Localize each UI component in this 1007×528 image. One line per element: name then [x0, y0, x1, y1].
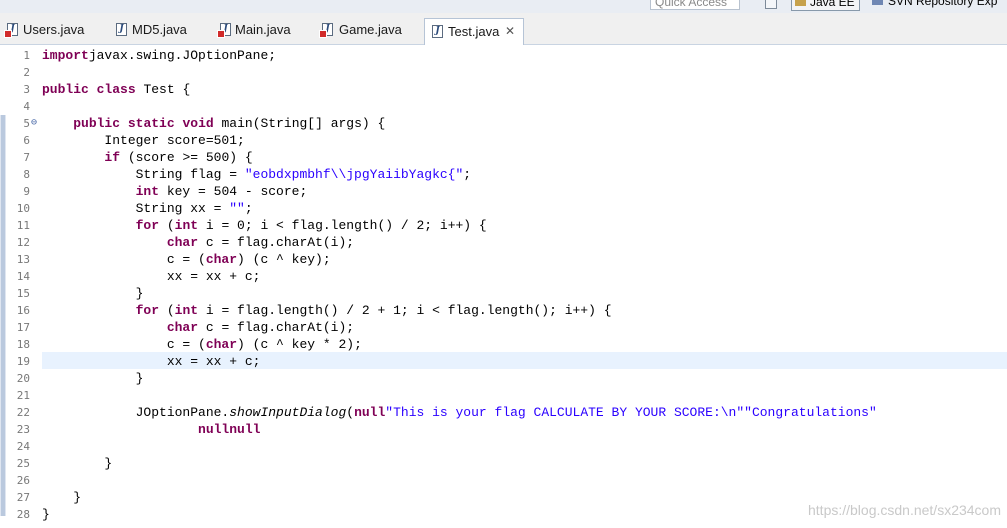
code-line: c = (char) (c ^ key); [42, 252, 331, 267]
line-number: 23 [16, 423, 30, 436]
line-number: 17 [16, 321, 30, 334]
code-line: nullnull [198, 422, 261, 437]
tab-users-java[interactable]: J Users.java [0, 17, 100, 42]
line-number: 21 [16, 389, 30, 402]
code-line: } [42, 286, 144, 301]
tab-label: Users.java [23, 22, 85, 37]
fold-collapse-icon[interactable]: ⊖ [31, 118, 37, 128]
line-number: 20 [16, 372, 30, 385]
line-number: 3 [23, 83, 30, 96]
code-line: for (int i = 0; i < flag.length() / 2; i… [135, 218, 487, 233]
code-line: JOptionPane.showInputDialog(null"This is… [42, 405, 877, 420]
code-line: public class Test { [42, 82, 191, 97]
code-line: c = (char) (c ^ key * 2); [42, 337, 362, 352]
line-number: 27 [16, 491, 30, 504]
code-line: for (int i = flag.length() / 2 + 1; i < … [135, 303, 612, 318]
line-number: 11 [16, 219, 30, 232]
java-file-icon: J [432, 25, 443, 38]
tab-game-java[interactable]: J Game.java [317, 17, 417, 42]
line-number: 19 [16, 355, 30, 368]
java-file-icon: J [116, 23, 127, 36]
java-file-error-icon: J [217, 23, 231, 38]
watermark: https://blog.csdn.net/sx234com [808, 502, 1001, 518]
code-line: char c = flag.charAt(i); [166, 320, 355, 335]
perspective-java-ee[interactable]: Java EE [791, 0, 860, 11]
svn-icon [872, 0, 883, 5]
close-tab-icon[interactable]: ✕ [505, 19, 515, 44]
editor-tab-bar: J Users.java J MD5.java J Main.java J Ga… [0, 13, 1007, 45]
open-perspective-icon[interactable] [765, 0, 777, 9]
code-line: } [42, 456, 113, 471]
line-number: 6 [23, 134, 30, 147]
quick-access-input[interactable]: Quick Access [650, 0, 740, 10]
code-line: char c = flag.charAt(i); [166, 235, 355, 250]
line-number: 25 [16, 457, 30, 470]
line-number: 18 [16, 338, 30, 351]
code-line: if (score >= 500) { [104, 150, 253, 165]
line-number: 15 [16, 287, 30, 300]
code-line: String xx = ""; [42, 201, 253, 216]
tab-test-java[interactable]: J Test.java ✕ [424, 18, 524, 45]
code-line: Integer score=501; [42, 133, 245, 148]
line-number: 8 [23, 168, 30, 181]
code-line: int key = 504 - score; [135, 184, 308, 199]
java-ee-icon [795, 0, 806, 6]
line-number: 12 [16, 236, 30, 249]
line-number: 9 [23, 185, 30, 198]
tab-md5-java[interactable]: J MD5.java [110, 17, 205, 42]
line-number: 5 [23, 117, 30, 130]
code-line: importjavax.swing.JOptionPane; [42, 48, 277, 63]
code-line: } [42, 490, 82, 505]
line-number: 10 [16, 202, 30, 215]
code-line: String flag = "eobdxpmbhf\\jpgYaiibYagkc… [42, 167, 472, 182]
code-editor[interactable]: 1 2 3 4 5 6 7 8 9 10 11 12 13 14 15 16 1… [0, 45, 1007, 528]
line-number: 26 [16, 474, 30, 487]
line-number: 13 [16, 253, 30, 266]
line-number: 4 [23, 100, 30, 113]
code-line: } [42, 507, 50, 522]
line-number: 28 [16, 508, 30, 521]
tab-label: MD5.java [132, 22, 187, 37]
line-number: 2 [23, 66, 30, 79]
code-line: public static void main(String[] args) { [73, 116, 386, 131]
tab-label: Game.java [339, 22, 402, 37]
code-line: } [42, 371, 144, 386]
line-number: 14 [16, 270, 30, 283]
line-number: 7 [23, 151, 30, 164]
tab-main-java[interactable]: J Main.java [213, 17, 308, 42]
code-line: xx = xx + c; [42, 269, 261, 284]
tab-label: Test.java [448, 24, 500, 39]
java-file-error-icon: J [4, 23, 18, 38]
line-number: 22 [16, 406, 30, 419]
perspective-svn[interactable]: SVN Repository Exp [872, 0, 997, 7]
java-file-error-icon: J [319, 23, 333, 38]
top-toolbar: Quick Access Java EE SVN Repository Exp [0, 0, 1007, 13]
perspective-java-ee-label: Java EE [810, 0, 855, 9]
line-number: 16 [16, 304, 30, 317]
line-number: 1 [23, 49, 30, 62]
tab-label: Main.java [235, 22, 291, 37]
perspective-svn-label: SVN Repository Exp [888, 0, 998, 8]
line-number: 24 [16, 440, 30, 453]
code-line: xx = xx + c; [42, 354, 261, 369]
